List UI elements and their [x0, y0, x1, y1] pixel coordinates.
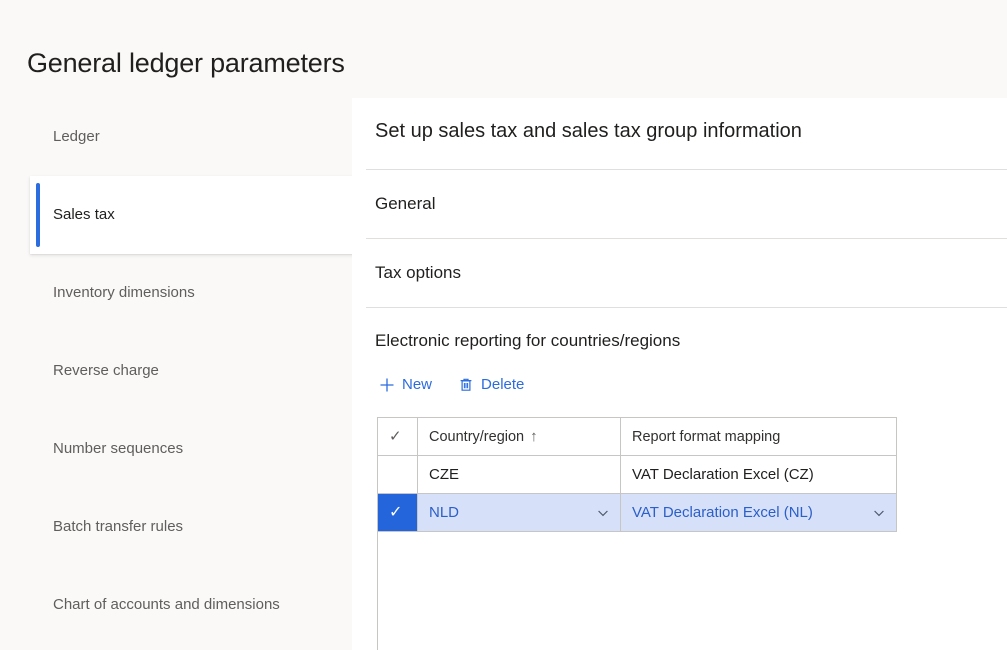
sidebar-item-label: Number sequences [53, 440, 184, 457]
sidebar-item-label: Reverse charge [53, 362, 159, 379]
grid-toolbar: New Delete [375, 353, 1007, 397]
sidebar-item-chart-of-accounts-and-dimensions[interactable]: Chart of accounts and dimensions [0, 566, 352, 644]
sidebar-item-ledger[interactable]: Ledger [0, 98, 352, 176]
selected-accent-bar [36, 183, 40, 247]
section-general[interactable]: General [366, 169, 1007, 238]
sidebar-item-label: Chart of accounts and dimensions [53, 596, 280, 613]
general-ledger-parameters-page: General ledger parameters Ledger Sales t… [0, 0, 1007, 650]
sidebar-item-batch-transfer-rules[interactable]: Batch transfer rules [0, 488, 352, 566]
cell-value: VAT Declaration Excel (NL) [632, 504, 813, 521]
section-electronic-reporting: Electronic reporting for countries/regio… [366, 307, 1007, 397]
electronic-reporting-grid: ✓ Country/region ↑ Report format mapping … [377, 417, 897, 532]
grid-left-guide-line [377, 532, 378, 650]
column-header-report-format-mapping[interactable]: Report format mapping [620, 417, 897, 456]
sidebar-item-label: Sales tax [53, 206, 115, 223]
plus-icon [379, 377, 395, 393]
content-panel: Set up sales tax and sales tax group inf… [352, 98, 1007, 650]
sidebar-item-inventory-dimensions[interactable]: Inventory dimensions [0, 254, 352, 332]
select-all-header[interactable]: ✓ [377, 417, 418, 456]
cell-report-format-mapping[interactable]: VAT Declaration Excel (CZ) [620, 455, 897, 494]
cell-country-region[interactable]: CZE [417, 455, 621, 494]
sidebar-item-number-sequences[interactable]: Number sequences [0, 410, 352, 488]
content-title: Set up sales tax and sales tax group inf… [375, 120, 802, 142]
sidebar-item-sales-tax[interactable]: Sales tax [30, 176, 360, 254]
column-header-label: Country/region [429, 429, 525, 445]
delete-button[interactable]: Delete [456, 373, 526, 397]
chevron-down-icon[interactable] [596, 506, 610, 520]
section-title[interactable]: Electronic reporting for countries/regio… [375, 308, 1007, 353]
page-title: General ledger parameters [27, 48, 345, 78]
sort-ascending-icon: ↑ [530, 428, 538, 445]
chevron-down-icon[interactable] [872, 506, 886, 520]
row-checkbox[interactable] [377, 455, 418, 494]
new-button-label: New [402, 376, 433, 393]
table-row[interactable]: ✓ NLD VAT Declaration Excel (NL) [377, 493, 897, 532]
column-header-label: Report format mapping [632, 428, 781, 445]
delete-button-label: Delete [481, 376, 525, 393]
section-title: General [375, 194, 436, 213]
cell-value: NLD [429, 504, 460, 521]
sidebar-item-label: Inventory dimensions [53, 284, 195, 301]
trash-icon [458, 377, 474, 393]
checkmark-icon: ✓ [389, 504, 403, 521]
column-header-country-region[interactable]: Country/region ↑ [417, 417, 621, 456]
section-title: Tax options [375, 263, 461, 282]
checkmark-icon: ✓ [389, 428, 402, 445]
sidebar-item-reverse-charge[interactable]: Reverse charge [0, 332, 352, 410]
grid-header-row: ✓ Country/region ↑ Report format mapping [377, 417, 897, 456]
sidebar-nav: Ledger Sales tax Inventory dimensions Re… [0, 98, 360, 650]
sidebar-item-label: Batch transfer rules [53, 518, 184, 535]
table-row[interactable]: CZE VAT Declaration Excel (CZ) [377, 455, 897, 494]
new-button[interactable]: New [377, 373, 434, 397]
sidebar-item-label: Ledger [53, 128, 100, 145]
cell-country-region[interactable]: NLD [417, 493, 621, 532]
cell-report-format-mapping[interactable]: VAT Declaration Excel (NL) [620, 493, 897, 532]
section-tax-options[interactable]: Tax options [366, 238, 1007, 307]
row-checkbox[interactable]: ✓ [377, 493, 418, 532]
